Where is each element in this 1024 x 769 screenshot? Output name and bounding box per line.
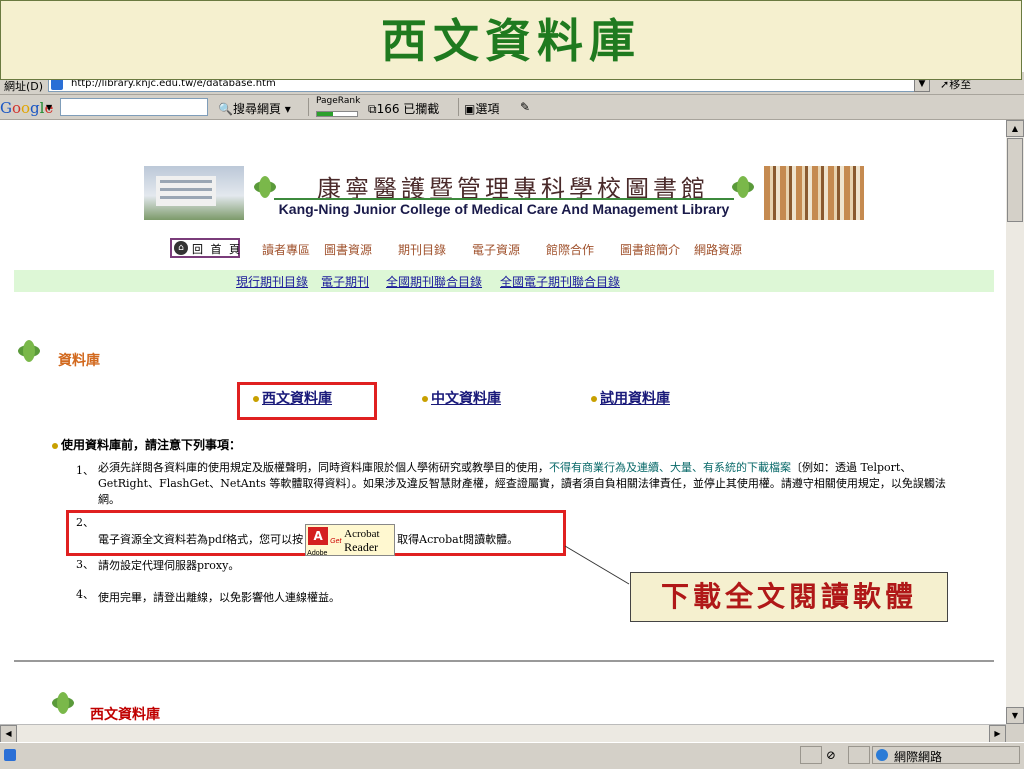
section-title-databases: 資料庫: [58, 353, 100, 369]
subnav-e-journals[interactable]: 電子期刊: [321, 273, 369, 290]
callout-connector: [564, 545, 630, 585]
nav-item-readers[interactable]: 讀者專區: [262, 241, 310, 258]
nav-item-journals[interactable]: 期刊目錄: [398, 241, 446, 258]
building-photo: [144, 166, 244, 220]
bullet-icon: [591, 396, 597, 402]
notice-title: 使用資料庫前，請注意下列事項：: [52, 436, 241, 453]
horizontal-scrollbar[interactable]: ◀ ▶: [0, 724, 1006, 743]
vertical-scrollbar[interactable]: ▲ ▼: [1006, 120, 1024, 724]
clover-icon: [254, 176, 276, 198]
nav-item-about[interactable]: 圖書館簡介: [620, 241, 680, 258]
nav-item-books[interactable]: 圖書資源: [324, 241, 372, 258]
pagerank-label[interactable]: PageRank: [316, 96, 360, 106]
divider: [14, 660, 994, 662]
pagerank-bar: [316, 111, 358, 117]
home-button[interactable]: ⌂ 回 首 頁: [170, 238, 240, 258]
highlighter-icon[interactable]: ✎: [520, 100, 530, 114]
clover-icon: [18, 340, 40, 362]
google-toolbar: Google ▼ 🔍搜尋網頁 ▾ PageRank ⧉166 已攔截 ▣選項 ✎: [0, 95, 1024, 120]
tab-western-db[interactable]: 西文資料庫: [253, 388, 332, 408]
callout-box: 下載全文閱讀軟體: [630, 572, 948, 622]
slide-title-banner: 西文資料庫: [0, 0, 1022, 80]
clover-icon: [732, 176, 754, 198]
list-number: 1、: [76, 464, 94, 477]
scroll-left-icon[interactable]: ◀: [0, 725, 17, 743]
home-icon: ⌂: [174, 241, 188, 255]
zone-label: 網際網路: [894, 750, 943, 764]
scroll-corner: [1006, 724, 1024, 742]
clover-icon: [52, 692, 74, 714]
tab-chinese-db[interactable]: 中文資料庫: [422, 388, 501, 408]
subnav-union-catalog[interactable]: 全國期刊聯合目錄: [386, 273, 482, 290]
list-number: 4、: [76, 588, 94, 601]
sub-nav: 現行期刊目錄 電子期刊 全國期刊聯合目錄 全國電子期刊聯合目錄: [14, 270, 994, 292]
nav-item-e-resources[interactable]: 電子資源: [472, 241, 520, 258]
callout-text: 下載全文閱讀軟體: [660, 580, 917, 613]
popup-blocked-button[interactable]: ⧉166 已攔截: [368, 100, 439, 117]
scroll-right-icon[interactable]: ▶: [989, 725, 1006, 743]
notice-item-1: 必須先詳閱各資料庫的使用規定及版權聲明，同時資料庫限於個人學術研究或教學目的使用…: [98, 461, 946, 506]
adobe-logo-icon: A: [308, 527, 329, 545]
slide-title: 西文資料庫: [381, 14, 641, 68]
nav-item-interlibrary[interactable]: 館際合作: [546, 241, 594, 258]
search-web-button[interactable]: 🔍搜尋網頁 ▾: [218, 100, 291, 117]
list-number: 3、: [76, 558, 94, 571]
get-acrobat-reader-button[interactable]: A Adobe Get Acrobat Reader: [305, 524, 396, 557]
bullet-icon: [422, 396, 428, 402]
nav-item-web-resources[interactable]: 網路資源: [694, 241, 742, 258]
options-button[interactable]: ▣選項: [464, 100, 499, 117]
bullet-icon: [52, 442, 58, 449]
library-title-en: Kang-Ning Junior College of Medical Care…: [278, 201, 730, 217]
bullet-icon: [253, 396, 259, 402]
notice-item-4: 使用完畢，請登出離線，以免影響他人連線權益。: [98, 591, 340, 604]
subnav-e-union-catalog[interactable]: 全國電子期刊聯合目錄: [500, 273, 620, 290]
section-title-western-db: 西文資料庫: [90, 707, 160, 723]
notice-item-3: 請勿設定代理伺服器proxy。: [98, 559, 240, 572]
subnav-current-journals[interactable]: 現行期刊目錄: [236, 273, 308, 290]
ie-page-icon: [4, 749, 16, 761]
privacy-icon[interactable]: ⊘: [826, 748, 836, 762]
scroll-up-icon[interactable]: ▲: [1006, 120, 1024, 137]
chevron-down-icon[interactable]: ▼: [46, 103, 52, 112]
notice-item-2: 電子資源全文資料若為pdf格式，您可以按 A Adobe Get Acrobat…: [98, 524, 568, 557]
internet-zone-icon: [876, 749, 888, 761]
status-bar: ⊘ 網際網路: [0, 742, 1024, 769]
web-page: 康寧醫護暨管理專科學校圖書館 Kang-Ning Junior College …: [0, 120, 1006, 724]
google-search-input[interactable]: [60, 98, 208, 116]
list-number: 2、: [76, 516, 94, 529]
tab-trial-db[interactable]: 試用資料庫: [591, 388, 670, 408]
library-header: 康寧醫護暨管理專科學校圖書館 Kang-Ning Junior College …: [144, 166, 864, 220]
header-title-area: 康寧醫護暨管理專科學校圖書館 Kang-Ning Junior College …: [244, 166, 764, 220]
scroll-thumb[interactable]: [1007, 138, 1023, 222]
scroll-down-icon[interactable]: ▼: [1006, 707, 1024, 724]
bookshelf-photo: [764, 166, 864, 220]
